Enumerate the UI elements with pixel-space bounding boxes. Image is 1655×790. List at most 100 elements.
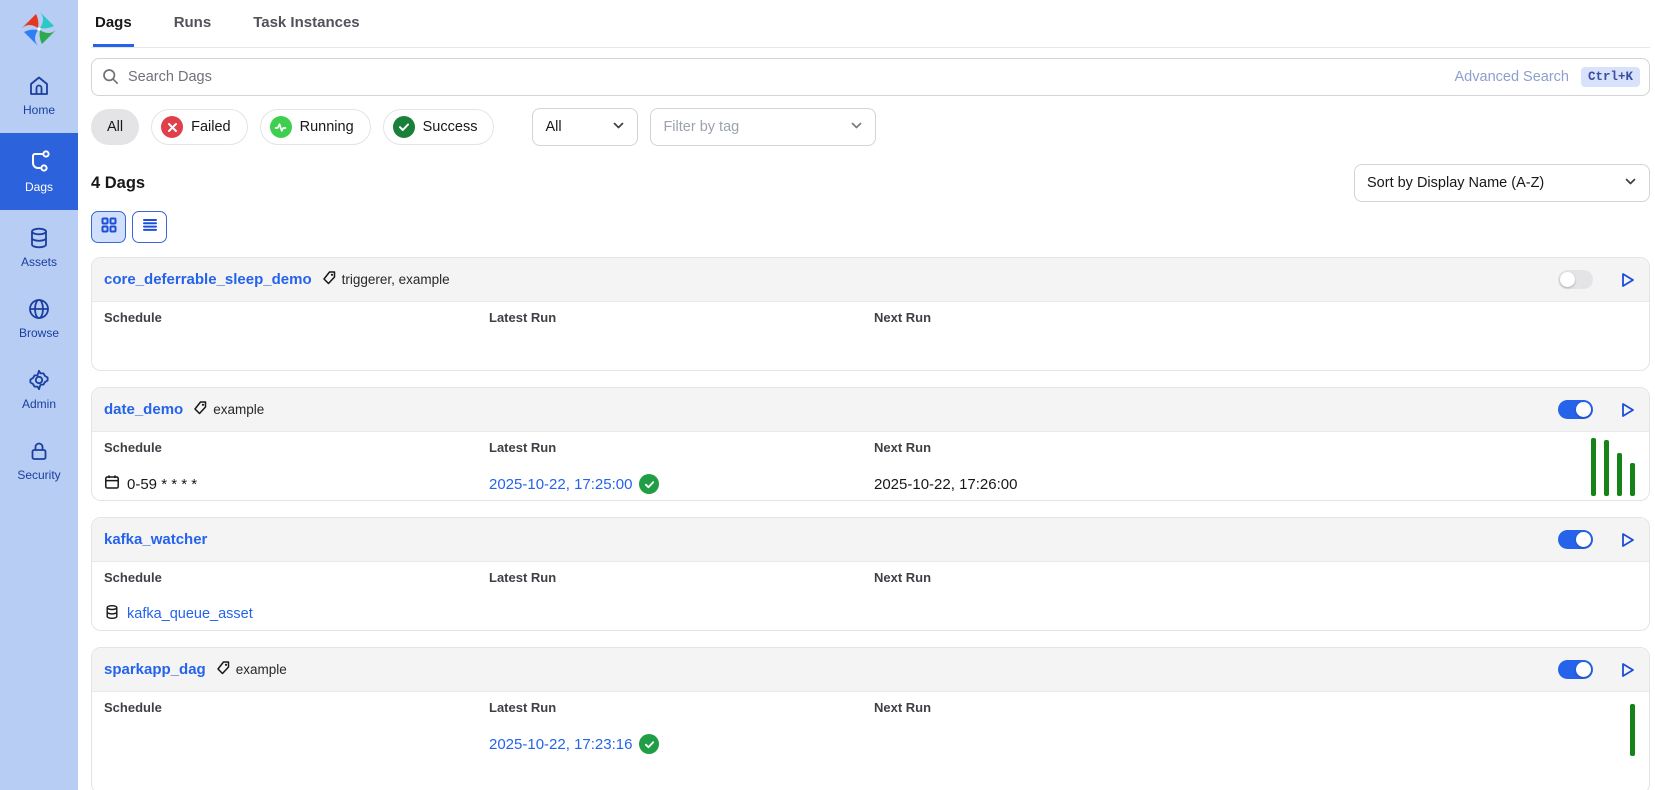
admin-icon <box>27 368 51 392</box>
latest-run-link[interactable]: 2025-10-22, 17:25:00 <box>489 476 632 493</box>
paused-filter-value: All <box>545 119 561 135</box>
sidebar-item-dags[interactable]: Dags <box>0 133 78 210</box>
dag-card-header: kafka_watcher <box>92 518 1649 562</box>
sidebar-item-security[interactable]: Security <box>0 427 78 494</box>
schedule-column-label: Schedule <box>104 570 489 585</box>
dag-name-link[interactable]: sparkapp_dag <box>104 661 206 678</box>
main-content: Dags Runs Task Instances Advanced Search… <box>78 0 1655 790</box>
dag-card-body: Schedule Latest Run Next Run 0- <box>92 432 1649 500</box>
schedule-column-label: Schedule <box>104 310 489 325</box>
tab-dags[interactable]: Dags <box>93 0 134 47</box>
next-run-column-label: Next Run <box>874 440 1259 455</box>
filter-chip-failed[interactable]: Failed <box>151 109 248 145</box>
latest-run-column-label: Latest Run <box>489 700 874 715</box>
sidebar-item-label: Security <box>17 468 60 482</box>
sidebar-item-assets[interactable]: Assets <box>0 214 78 281</box>
recent-runs-chart <box>1630 696 1635 756</box>
dag-card-body: Schedule Latest Run Next Run <box>92 562 1649 630</box>
trigger-dag-button[interactable] <box>1617 400 1637 420</box>
search-bar: Advanced Search Ctrl+K <box>91 58 1650 96</box>
trigger-dag-button[interactable] <box>1617 660 1637 680</box>
dag-pause-toggle[interactable] <box>1558 660 1593 679</box>
list-icon <box>142 217 158 238</box>
run-bar[interactable] <box>1630 463 1635 496</box>
sidebar-item-admin[interactable]: Admin <box>0 356 78 423</box>
airflow-app: Home Dags Assets <box>0 0 1655 790</box>
filter-chip-all[interactable]: All <box>91 109 139 145</box>
filter-chip-label: Success <box>423 119 478 135</box>
schedule-value: kafka_queue_asset <box>104 604 489 624</box>
latest-run-column-label: Latest Run <box>489 440 874 455</box>
run-bar[interactable] <box>1617 453 1622 496</box>
dag-card-body: Schedule Latest Run Next Run 2025-10-22,… <box>92 692 1649 790</box>
success-check-icon <box>639 474 659 494</box>
dag-tags: example <box>215 660 287 679</box>
run-bar[interactable] <box>1630 704 1635 756</box>
dag-count: 4 Dags <box>91 174 145 193</box>
chevron-down-icon <box>850 119 863 136</box>
filter-chip-label: Failed <box>191 119 231 135</box>
tag-icon <box>321 270 337 289</box>
paused-filter-select[interactable]: All <box>532 108 638 146</box>
dag-tags-text: example <box>213 402 264 417</box>
latest-run-column-label: Latest Run <box>489 570 874 585</box>
filter-chip-label: Running <box>300 119 354 135</box>
dag-tags: example <box>192 400 264 419</box>
trigger-dag-button[interactable] <box>1617 270 1637 290</box>
dag-name-link[interactable]: core_deferrable_sleep_demo <box>104 271 312 288</box>
next-run-column-label: Next Run <box>874 310 1259 325</box>
dag-name-link[interactable]: kafka_watcher <box>104 531 207 548</box>
trigger-dag-button[interactable] <box>1617 530 1637 550</box>
tag-icon <box>192 400 208 419</box>
next-run-value: 2025-10-22, 17:26:00 <box>874 476 1259 493</box>
advanced-search-link[interactable]: Advanced Search <box>1455 69 1569 85</box>
sidebar-item-label: Assets <box>21 255 57 269</box>
top-tabs: Dags Runs Task Instances <box>91 0 1650 48</box>
run-bar[interactable] <box>1604 440 1609 496</box>
schedule-asset-link[interactable]: kafka_queue_asset <box>127 606 253 622</box>
latest-run-column-label: Latest Run <box>489 310 874 325</box>
latest-run-value: 2025-10-22, 17:25:00 <box>489 474 874 494</box>
success-check-icon <box>639 734 659 754</box>
home-icon <box>27 74 51 98</box>
dag-card: core_deferrable_sleep_demo triggerer, ex… <box>91 257 1650 371</box>
sidebar-item-browse[interactable]: Browse <box>0 285 78 352</box>
sort-select[interactable]: Sort by Display Name (A-Z) <box>1354 164 1650 202</box>
dag-name-link[interactable]: date_demo <box>104 401 183 418</box>
dag-list: core_deferrable_sleep_demo triggerer, ex… <box>91 257 1650 790</box>
recent-runs-chart <box>1591 436 1635 496</box>
tab-runs[interactable]: Runs <box>172 0 214 47</box>
dag-card: sparkapp_dag example <box>91 647 1650 790</box>
filter-chip-running[interactable]: Running <box>260 109 371 145</box>
run-bar[interactable] <box>1591 438 1596 496</box>
dag-pause-toggle[interactable] <box>1558 400 1593 419</box>
dag-card-header: sparkapp_dag example <box>92 648 1649 692</box>
chevron-down-icon <box>612 119 625 136</box>
dag-tags-text: example <box>236 662 287 677</box>
security-icon <box>27 439 51 463</box>
search-input[interactable] <box>91 58 1650 96</box>
latest-run-value: 2025-10-22, 17:23:16 <box>489 734 874 754</box>
tag-filter-placeholder: Filter by tag <box>663 119 739 135</box>
grid-view-button[interactable] <box>91 211 126 243</box>
search-icon <box>102 68 119 90</box>
dag-pause-toggle[interactable] <box>1558 270 1593 289</box>
sidebar-item-label: Browse <box>19 326 59 340</box>
dag-card: kafka_watcher Schedule Latest Run Next R… <box>91 517 1650 631</box>
success-icon <box>393 116 415 138</box>
latest-run-link[interactable]: 2025-10-22, 17:23:16 <box>489 736 632 753</box>
airflow-logo[interactable] <box>19 0 59 60</box>
list-view-button[interactable] <box>132 211 167 243</box>
asset-icon <box>104 604 120 624</box>
next-run-column-label: Next Run <box>874 570 1259 585</box>
dag-icon <box>26 149 52 175</box>
dag-card-header: date_demo example <box>92 388 1649 432</box>
sidebar-item-home[interactable]: Home <box>0 62 78 129</box>
tab-task-instances[interactable]: Task Instances <box>251 0 361 47</box>
sidebar-item-label: Home <box>23 103 55 117</box>
dag-pause-toggle[interactable] <box>1558 530 1593 549</box>
filter-chip-success[interactable]: Success <box>383 109 495 145</box>
shortcut-badge: Ctrl+K <box>1581 67 1640 87</box>
schedule-column-label: Schedule <box>104 700 489 715</box>
tag-filter-select[interactable]: Filter by tag <box>650 108 876 146</box>
